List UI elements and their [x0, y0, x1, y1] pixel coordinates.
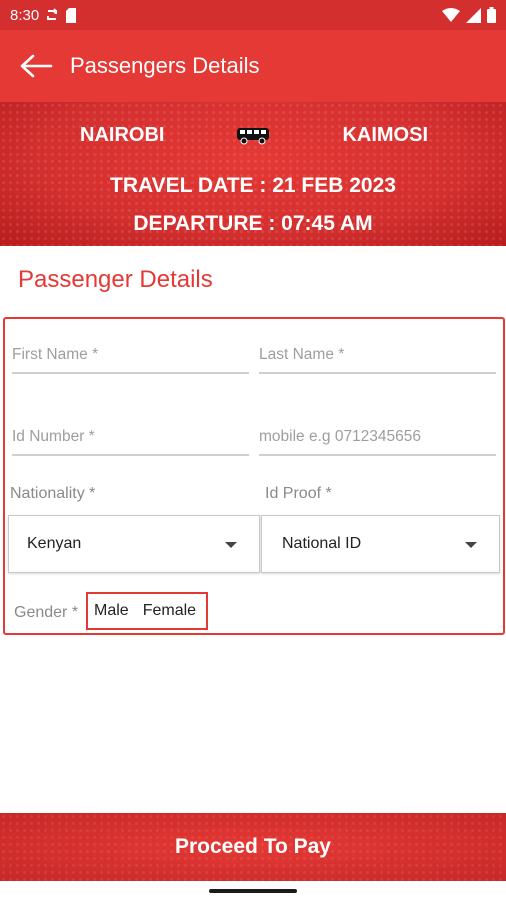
- nationality-select[interactable]: Kenyan: [8, 515, 260, 573]
- mobile-field: [259, 428, 496, 456]
- chevron-down-icon: [465, 542, 477, 548]
- last-name-field: [259, 346, 496, 374]
- chevron-down-icon: [225, 542, 237, 548]
- status-time: 8:30: [10, 6, 40, 24]
- proceed-to-pay-button[interactable]: Proceed To Pay: [0, 813, 506, 881]
- sync-icon: [47, 8, 58, 20]
- nationality-label: Nationality *: [10, 485, 96, 502]
- travel-date: TRAVEL DATE : 21 FEB 2023: [110, 174, 396, 197]
- id-proof-value: National ID: [282, 535, 362, 552]
- battery-icon: [487, 7, 496, 23]
- back-arrow-icon[interactable]: [18, 48, 54, 84]
- id-proof-select[interactable]: National ID: [261, 515, 500, 573]
- gender-selector: Male Female: [86, 592, 208, 630]
- status-bar: 8:30: [0, 0, 506, 30]
- departure-time: DEPARTURE : 07:45 AM: [133, 212, 373, 235]
- signal-icon: [466, 7, 481, 23]
- id-number-field: [12, 428, 249, 456]
- id-proof-label: Id Proof *: [265, 485, 332, 502]
- sd-card-icon: [66, 7, 77, 23]
- app-bar: Passengers Details: [0, 30, 506, 102]
- destination-city: KAIMOSI: [342, 124, 428, 146]
- wifi-icon: [442, 8, 460, 22]
- last-name-input[interactable]: [259, 346, 496, 368]
- gender-option-male[interactable]: Male: [94, 602, 129, 620]
- navigation-bar: [0, 881, 506, 900]
- bus-icon: [237, 128, 269, 145]
- first-name-field: [12, 346, 249, 374]
- mobile-input[interactable]: [259, 428, 496, 450]
- route-row: NAIROBI KAIMOSI: [0, 122, 506, 152]
- id-number-input[interactable]: [12, 428, 249, 450]
- proceed-to-pay-label: Proceed To Pay: [174, 835, 331, 858]
- section-title: Passenger Details: [18, 266, 213, 293]
- nationality-value: Kenyan: [27, 535, 82, 552]
- gender-option-female[interactable]: Female: [143, 602, 196, 620]
- page-title: Passengers Details: [70, 53, 260, 78]
- origin-city: NAIROBI: [80, 124, 165, 146]
- gender-label: Gender *: [14, 604, 79, 621]
- home-handle[interactable]: [209, 889, 297, 893]
- first-name-input[interactable]: [12, 346, 249, 368]
- route-banner: NAIROBI KAIMOSI TRAVEL DATE : 21 FEB 202…: [0, 102, 506, 246]
